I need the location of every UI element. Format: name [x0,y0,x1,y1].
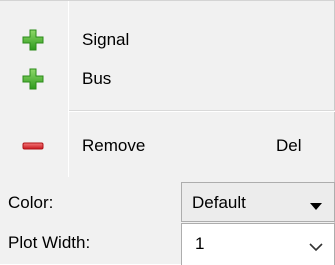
plot-width-value: 1 [195,234,205,253]
menu-item-label: Remove [82,136,146,155]
chevron-down-icon[interactable] [308,238,324,252]
menu-item-label: Bus [82,69,112,88]
shortcut-label: Del [276,136,302,155]
color-label: Color: [8,193,54,212]
menu-item-bus[interactable]: Bus [0,62,335,96]
context-menu: Signal Bus Remove Del Color: Default Plo… [0,0,335,265]
menu-separator-highlight [69,111,335,112]
plus-icon [22,68,44,90]
menu-item-remove[interactable]: Remove Del [0,129,335,163]
color-dropdown-value: Default [192,193,246,212]
minus-icon [22,135,44,157]
color-dropdown[interactable]: Default [181,182,335,222]
plus-icon [22,29,44,51]
dropdown-arrow-icon [308,197,324,210]
plot-width-label: Plot Width: [8,233,91,252]
menu-item-signal[interactable]: Signal [0,23,335,57]
menu-item-label: Signal [82,30,130,49]
plot-width-combobox[interactable]: 1 [181,223,335,265]
